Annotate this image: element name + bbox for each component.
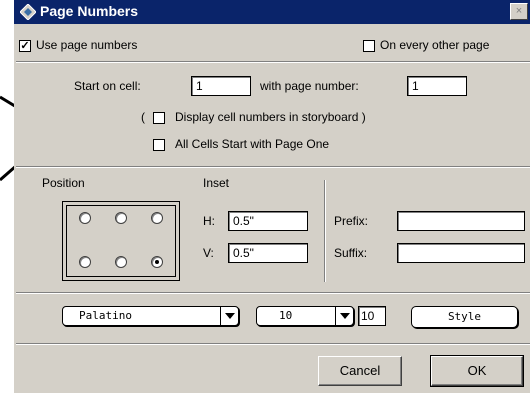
with-page-number-label: with page number: bbox=[260, 79, 359, 93]
with-page-number-field[interactable]: 1 bbox=[407, 76, 467, 96]
start-on-cell-field[interactable]: 1 bbox=[191, 76, 251, 96]
divider bbox=[16, 166, 530, 168]
all-cells-start-checkbox[interactable] bbox=[153, 139, 165, 151]
inset-h-field[interactable]: 0.5" bbox=[228, 211, 308, 231]
every-other-page-checkbox[interactable] bbox=[363, 40, 375, 52]
position-top-left-radio[interactable] bbox=[79, 212, 91, 224]
display-cell-numbers-checkbox[interactable] bbox=[153, 112, 165, 124]
font-size-popup[interactable]: 10 bbox=[256, 306, 354, 326]
font-size-value: 10 bbox=[279, 309, 293, 322]
position-top-right-radio[interactable] bbox=[151, 212, 163, 224]
position-bottom-center-radio[interactable] bbox=[115, 256, 127, 268]
suffix-field[interactable] bbox=[397, 243, 525, 263]
style-button[interactable]: Style bbox=[411, 306, 518, 328]
chevron-down-icon bbox=[220, 307, 238, 325]
display-cell-numbers-label: Display cell numbers in storyboard ) bbox=[175, 110, 366, 124]
position-bottom-left-radio[interactable] bbox=[79, 256, 91, 268]
inset-v-label: V: bbox=[203, 246, 214, 260]
font-size-field[interactable]: 10 bbox=[358, 306, 386, 326]
cancel-button[interactable]: Cancel bbox=[318, 356, 402, 386]
every-other-page-label: On every other page bbox=[380, 38, 490, 52]
inset-h-label: H: bbox=[203, 214, 215, 228]
prefix-field[interactable] bbox=[397, 211, 525, 231]
chevron-down-icon bbox=[335, 307, 353, 325]
position-bottom-right-radio[interactable] bbox=[151, 256, 163, 268]
font-family-popup[interactable]: Palatino bbox=[62, 306, 239, 326]
position-top-center-radio[interactable] bbox=[115, 212, 127, 224]
use-page-numbers-label: Use page numbers bbox=[36, 38, 138, 52]
all-cells-start-label: All Cells Start with Page One bbox=[175, 137, 330, 151]
window-title: Page Numbers bbox=[40, 3, 139, 19]
app-diamond-icon bbox=[19, 3, 37, 21]
close-button[interactable]: × bbox=[510, 3, 528, 20]
divider bbox=[16, 343, 530, 345]
style-button-label: Style bbox=[447, 310, 482, 323]
ok-button[interactable]: OK bbox=[430, 355, 524, 387]
divider bbox=[16, 61, 530, 63]
suffix-label: Suffix: bbox=[334, 246, 368, 260]
divider bbox=[16, 292, 530, 294]
use-page-numbers-checkbox[interactable]: ✓ bbox=[19, 40, 31, 52]
inset-label: Inset bbox=[203, 176, 230, 190]
position-label: Position bbox=[42, 176, 85, 190]
font-family-value: Palatino bbox=[79, 309, 132, 322]
vertical-divider bbox=[324, 180, 326, 282]
inset-v-field[interactable]: 0.5" bbox=[228, 243, 308, 263]
open-paren: ( bbox=[141, 110, 145, 124]
page-numbers-dialog bbox=[14, 0, 530, 393]
prefix-label: Prefix: bbox=[334, 214, 369, 228]
start-on-cell-label: Start on cell: bbox=[74, 79, 141, 93]
